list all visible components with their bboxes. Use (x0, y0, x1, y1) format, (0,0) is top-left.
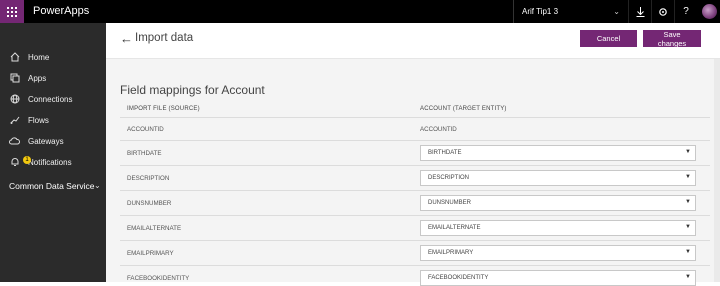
environment-picker[interactable]: Arif Tip1 3 ⌄ (513, 0, 628, 23)
target-select[interactable]: DUNSNUMBER ▼ (420, 195, 696, 211)
sidebar-item-label: Apps (28, 73, 47, 83)
sidebar-section-common-data-service[interactable]: Common Data Service (9, 181, 95, 191)
target-select[interactable]: EMAILALTERNATE ▼ (420, 220, 696, 236)
sidebar-item-gateways[interactable]: Gateways (0, 132, 106, 150)
target-select[interactable]: FACEBOOKIDENTITY ▼ (420, 270, 696, 286)
target-select[interactable]: BIRTHDATE ▼ (420, 145, 696, 161)
table-row: ACCOUNTID ACCOUNTID (120, 117, 710, 140)
source-field: DUNSNUMBER (127, 200, 172, 207)
bell-icon: 1 (9, 155, 31, 168)
target-select[interactable]: DESCRIPTION ▼ (420, 170, 696, 186)
sidebar-item-label: Notifications (28, 157, 72, 167)
page-title: Import data (135, 32, 194, 44)
chevron-down-icon: ▼ (685, 249, 691, 255)
home-icon (9, 52, 20, 63)
table-row: DESCRIPTION DESCRIPTION ▼ (120, 165, 710, 190)
source-field: EMAILPRIMARY (127, 250, 174, 257)
source-field: DESCRIPTION (127, 175, 170, 182)
sidebar-item-label: Home (28, 52, 50, 62)
chevron-down-icon: ▼ (685, 149, 691, 155)
target-select-value: FACEBOOKIDENTITY (428, 275, 489, 281)
save-changes-button[interactable]: Save changes (643, 30, 701, 48)
column-header-source: IMPORT FILE (SOURCE) (127, 106, 200, 112)
target-select-value: EMAILPRIMARY (428, 250, 474, 256)
column-header-target: ACCOUNT (TARGET ENTITY) (420, 106, 507, 112)
vertical-scrollbar[interactable] (714, 59, 720, 282)
chevron-down-icon: ⌄ (613, 7, 620, 16)
source-field: EMAILALTERNATE (127, 225, 182, 232)
chevron-down-icon: ▼ (685, 274, 691, 280)
app-title: PowerApps (33, 5, 90, 17)
page-header: ← Import data Cancel Save changes (106, 23, 720, 59)
sidebar-item-flows[interactable]: Flows (0, 111, 106, 129)
gear-icon[interactable] (651, 0, 674, 23)
table-row: EMAILPRIMARY EMAILPRIMARY ▼ (120, 240, 710, 265)
source-field: ACCOUNTID (127, 126, 164, 133)
sidebar-item-notifications[interactable]: 1 Notifications (0, 153, 106, 171)
sidebar-item-label: Flows (28, 115, 49, 125)
help-icon[interactable]: ? (674, 0, 697, 23)
chevron-down-icon: ▼ (685, 199, 691, 205)
target-select-value: DESCRIPTION (428, 175, 470, 181)
sidebar: Home Apps Connections Flows Gateways 1 N… (0, 23, 106, 282)
avatar[interactable] (702, 4, 717, 19)
target-select-value: EMAILALTERNATE (428, 225, 481, 231)
table-row: FACEBOOKIDENTITY FACEBOOKIDENTITY ▼ (120, 265, 710, 286)
target-field: ACCOUNTID (420, 126, 457, 133)
environment-label: Arif Tip1 3 (522, 7, 559, 16)
cloud-icon (9, 136, 20, 147)
source-field: FACEBOOKIDENTITY (127, 275, 190, 282)
main-content: Field mappings for Account IMPORT FILE (… (106, 59, 720, 286)
sidebar-item-connections[interactable]: Connections (0, 90, 106, 108)
sidebar-item-home[interactable]: Home (0, 48, 106, 66)
download-icon[interactable] (628, 0, 651, 23)
notification-badge: 1 (23, 155, 31, 164)
top-bar: PowerApps Arif Tip1 3 ⌄ ? (0, 0, 720, 23)
target-select-value: BIRTHDATE (428, 150, 462, 156)
table-row: DUNSNUMBER DUNSNUMBER ▼ (120, 190, 710, 215)
back-arrow-icon[interactable]: ← (120, 31, 133, 46)
section-title: Field mappings for Account (120, 83, 265, 97)
table-row: EMAILALTERNATE EMAILALTERNATE ▼ (120, 215, 710, 240)
globe-icon (9, 94, 20, 105)
target-select[interactable]: EMAILPRIMARY ▼ (420, 245, 696, 261)
chevron-down-icon: ▼ (685, 174, 691, 180)
table-row: BIRTHDATE BIRTHDATE ▼ (120, 140, 710, 165)
apps-icon (9, 73, 20, 84)
source-field: BIRTHDATE (127, 150, 162, 157)
chevron-down-icon[interactable]: ⌄ (94, 181, 101, 190)
flow-icon (9, 115, 20, 126)
chevron-down-icon: ▼ (685, 224, 691, 230)
sidebar-item-apps[interactable]: Apps (0, 69, 106, 87)
waffle-icon[interactable] (0, 0, 24, 23)
sidebar-item-label: Connections (28, 94, 73, 104)
target-select-value: DUNSNUMBER (428, 200, 472, 206)
cancel-button[interactable]: Cancel (580, 30, 637, 47)
sidebar-item-label: Gateways (28, 136, 64, 146)
